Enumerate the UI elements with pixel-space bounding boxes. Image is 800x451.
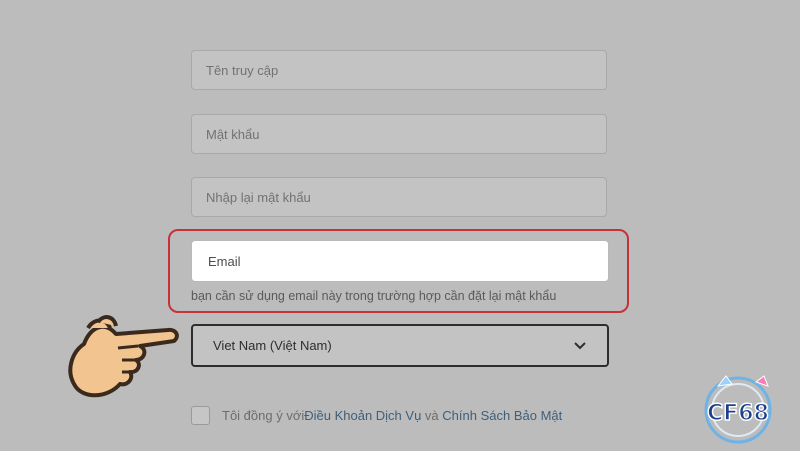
terms-row: Tôi đồng ý với Điều Khoản Dịch Vụ và Chí…	[191, 406, 562, 425]
password-placeholder: Mật khẩu	[206, 126, 260, 142]
email-helper-text: bạn cần sử dụng email này trong trường h…	[191, 289, 557, 303]
email-field[interactable]: Email	[191, 240, 609, 282]
username-field[interactable]: Tên truy cập	[191, 50, 607, 90]
privacy-policy-link[interactable]: Chính Sách Bảo Mật	[442, 408, 562, 423]
country-selected-value: Viet Nam (Việt Nam)	[213, 338, 332, 353]
chevron-down-icon	[573, 339, 587, 353]
username-placeholder: Tên truy cập	[206, 62, 279, 78]
confirm-password-placeholder: Nhập lại mật khẩu	[206, 189, 311, 205]
password-field[interactable]: Mật khẩu	[191, 114, 607, 154]
terms-prefix: Tôi đồng ý với	[222, 408, 305, 423]
logo-text: CF68	[707, 401, 769, 426]
confirm-password-field[interactable]: Nhập lại mật khẩu	[191, 177, 607, 217]
terms-checkbox[interactable]	[191, 406, 210, 425]
country-select[interactable]: Viet Nam (Việt Nam)	[191, 324, 609, 367]
terms-of-service-link[interactable]: Điều Khoản Dịch Vụ	[304, 408, 421, 423]
terms-and: và	[421, 408, 443, 423]
pointing-hand-icon	[64, 308, 180, 408]
brand-logo: CF68	[688, 372, 788, 446]
email-placeholder: Email	[208, 253, 241, 269]
